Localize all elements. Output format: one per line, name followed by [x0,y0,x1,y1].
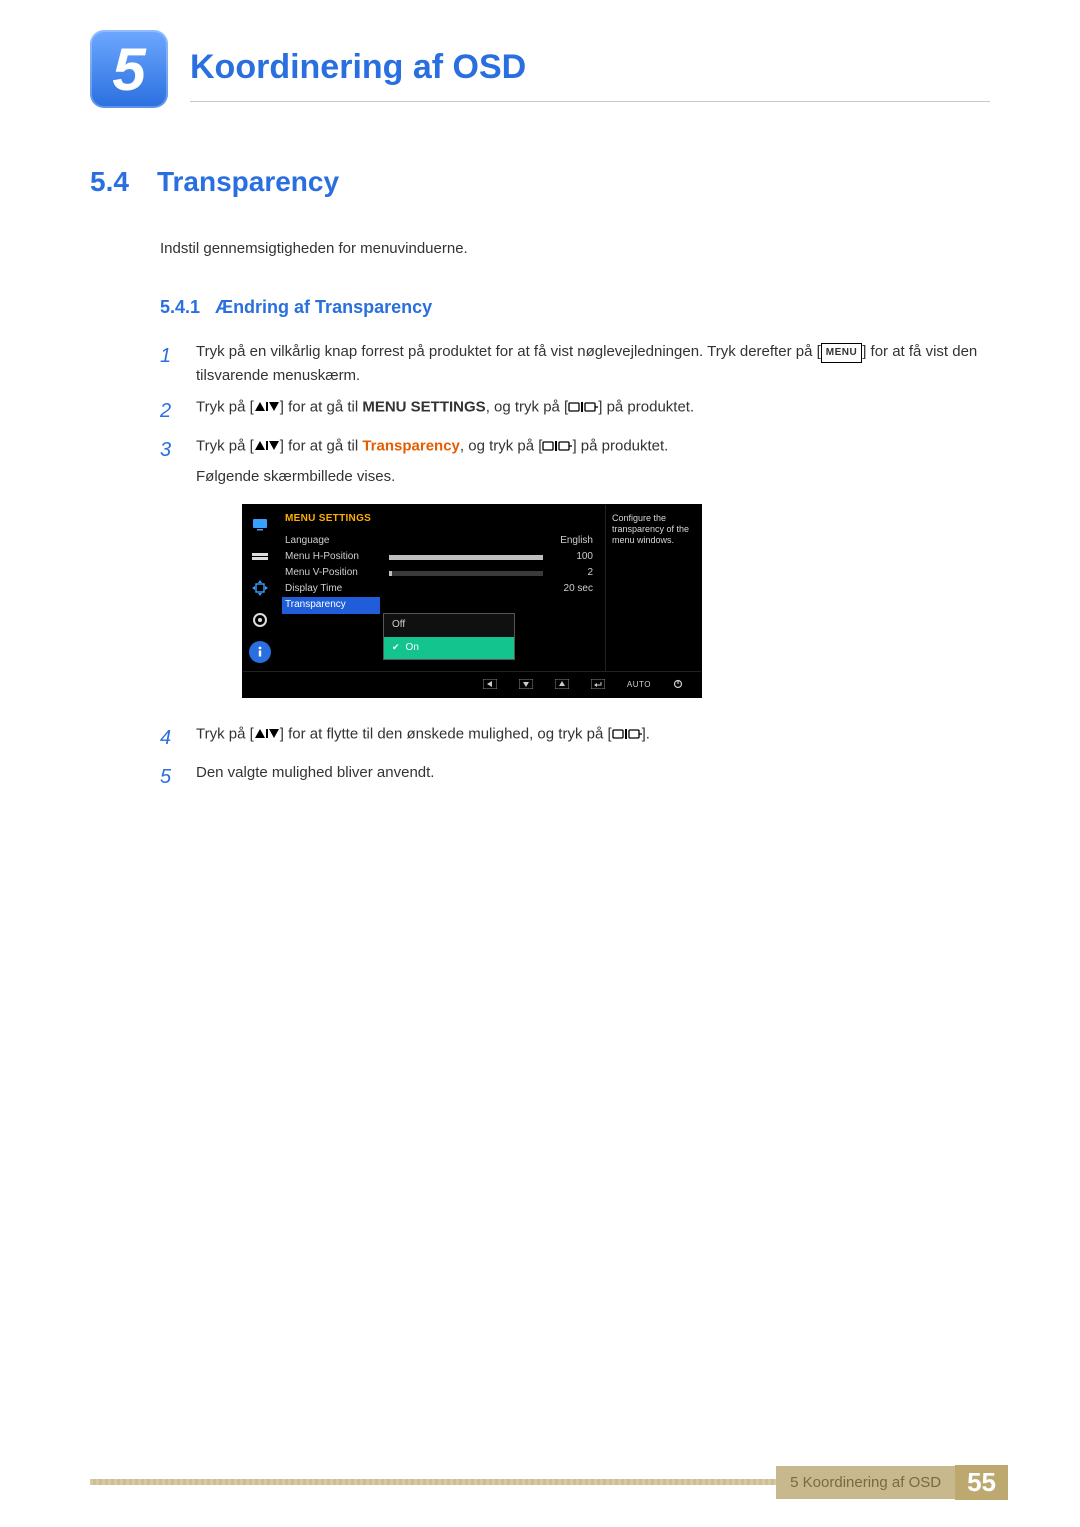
text: Følgende skærmbillede vises. [196,468,395,485]
text: Tryk på [ [196,398,254,415]
up-down-icon [254,722,280,747]
enter-source-icon [612,722,642,747]
osd-row-hpos: Menu H-Position 100 [285,549,597,565]
up-icon [555,679,569,689]
chapter-title: Koordinering af OSD [190,36,990,87]
down-icon [519,679,533,689]
value: 100 [555,549,597,566]
option-off: Off [384,614,514,637]
footer-text: 5 Koordinering af OSD [776,1466,955,1499]
label: Menu V-Position [285,565,383,582]
osd-dropdown: Off On [383,613,515,660]
step-number: 1 [160,340,178,390]
up-down-icon [254,395,280,420]
osd-row-transparency: Transparency [285,597,597,613]
label: Display Time [285,581,383,598]
step-body: Tryk på [ ] for at gå til MENU SETTINGS, … [196,395,990,428]
label: Language [285,533,383,550]
steps-list: 1 Tryk på en vilkårlig knap forrest på p… [160,340,990,795]
section-number: 5.4 [90,166,129,198]
step-body: Tryk på [ ] for at flytte til den ønskede… [196,722,990,755]
step-number: 3 [160,434,178,716]
text: , og tryk på [ [486,398,569,415]
menu-button-icon: MENU [821,343,862,364]
section-intro: Indstil gennemsigtigheden for menuvindue… [160,238,990,261]
text: Tryk på [ [196,725,254,742]
page-footer: 5 Koordinering af OSD 55 [90,1465,1008,1499]
text: ] på produktet. [572,437,668,454]
step-number: 2 [160,395,178,428]
auto-label: AUTO [627,678,651,691]
chapter-number-badge: 5 [90,30,168,108]
enter-source-icon [568,395,598,420]
osd-row-vpos: Menu V-Position 2 [285,565,597,581]
osd-help-text: Configure the transparency of the menu w… [605,505,701,671]
osd-row-dtime: Display Time 20 sec [285,581,597,597]
step-2: 2 Tryk på [ ] for at gå til MENU SETTINGS… [160,395,990,428]
text: ] for at flytte til den ønskede mulighed… [280,725,612,742]
text: ] for at gå til [280,437,363,454]
step-4: 4 Tryk på [ ] for at flytte til den ønske… [160,722,990,755]
option-on: On [384,637,514,660]
step-1: 1 Tryk på en vilkårlig knap forrest på p… [160,340,990,390]
step-number: 4 [160,722,178,755]
text: Tryk på [ [196,437,254,454]
picture-icon [249,545,271,567]
osd-footer: AUTO [243,671,701,697]
chapter-title-wrap: Koordinering af OSD [190,36,990,102]
value: English [555,533,597,550]
brightness-icon [249,513,271,535]
slider [389,571,543,576]
enter-icon [591,679,605,689]
label: Menu H-Position [285,549,383,566]
text: ] for at gå til [280,398,363,415]
chapter-header: 5 Koordinering af OSD [90,30,990,108]
position-icon [249,577,271,599]
step-body: Tryk på en vilkårlig knap forrest på pro… [196,340,990,390]
osd-screenshot: MENU SETTINGS Language English Menu H-Po… [242,504,990,698]
step-body: Tryk på [] for at gå til Transparency, o… [196,434,990,716]
setup-icon [249,609,271,631]
up-down-icon [254,434,280,459]
subsection-number: 5.4.1 [160,297,200,317]
text: ] på produktet. [598,398,694,415]
left-icon [483,679,497,689]
text: Tryk på en vilkårlig knap forrest på pro… [196,343,821,360]
section-heading: 5.4 Transparency [90,166,990,198]
transparency-label: Transparency [362,437,460,454]
step-number: 5 [160,761,178,794]
label: Transparency [282,597,380,614]
section-title: Transparency [157,166,339,198]
value: 2 [555,565,597,582]
osd-body: MENU SETTINGS Language English Menu H-Po… [277,505,605,671]
enter-source-icon [542,434,572,459]
value: 20 sec [555,581,597,598]
info-icon [249,641,271,663]
subsection-title: Ændring af Transparency [215,297,432,317]
footer-bar-decoration [90,1479,776,1485]
menu-settings-label: MENU SETTINGS [362,398,485,415]
power-icon [673,679,687,689]
text: , og tryk på [ [460,437,543,454]
step-3: 3 Tryk på [ ] for at gå til Transparency,… [160,434,990,716]
subsection-heading: 5.4.1 Ændring af Transparency [160,297,990,318]
step-5: 5 Den valgte mulighed bliver anvendt. [160,761,990,794]
step-body: Den valgte mulighed bliver anvendt. [196,761,990,794]
osd-row-language: Language English [285,533,597,549]
slider [389,555,543,560]
osd-title: MENU SETTINGS [285,511,597,528]
page-number: 55 [955,1465,1008,1500]
osd-sidebar [243,505,277,671]
text: ]. [642,725,650,742]
